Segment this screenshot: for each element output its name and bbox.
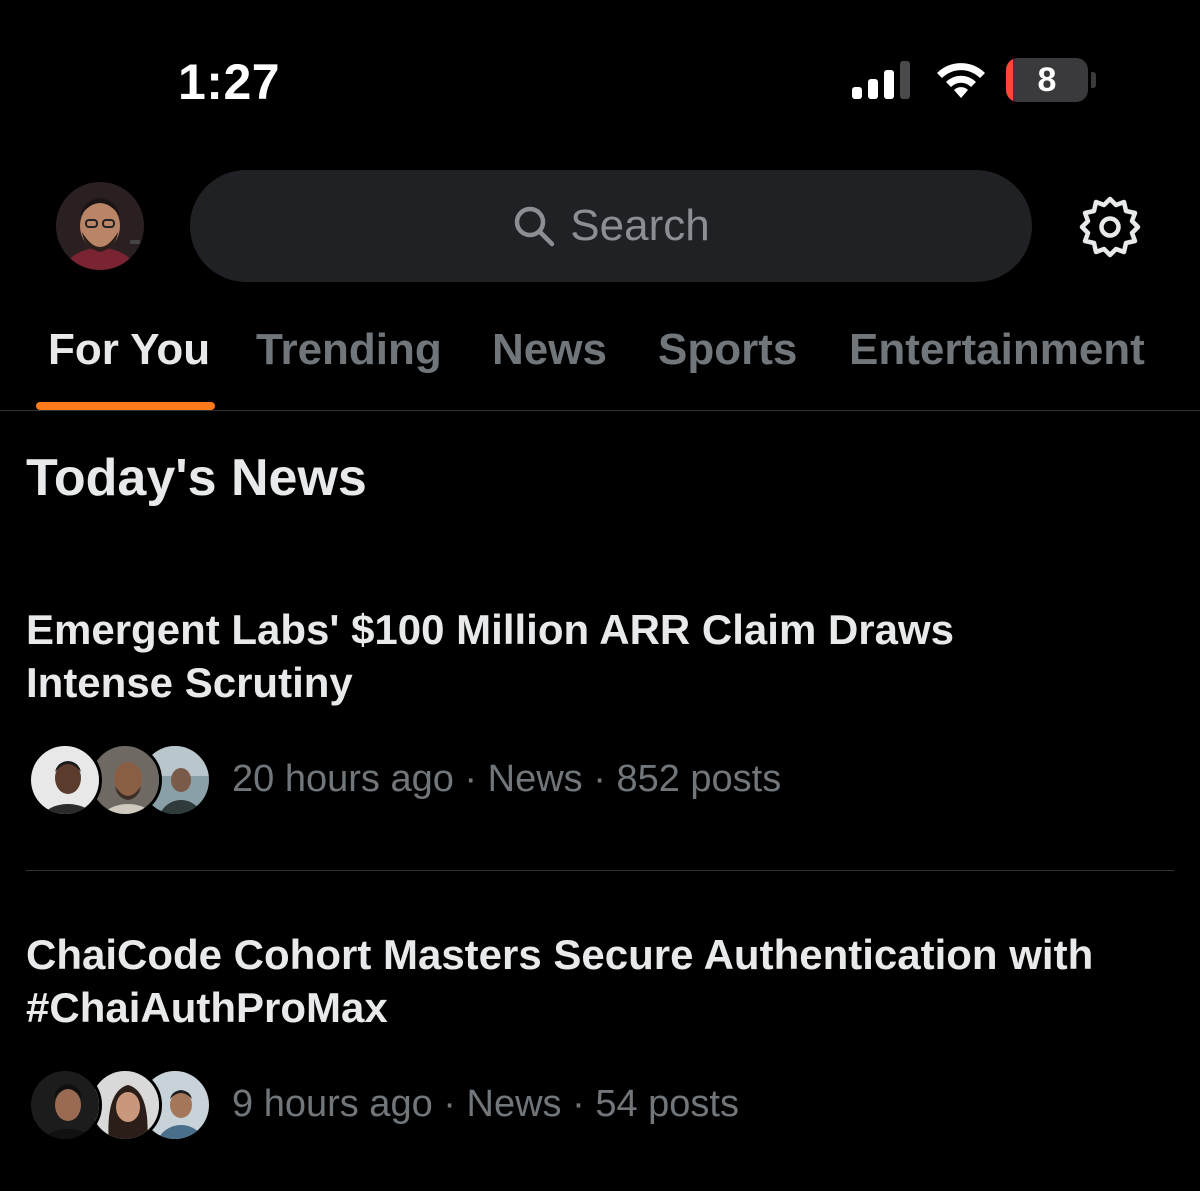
tab-sports[interactable]: Sports (658, 322, 797, 378)
search-input[interactable]: Search (190, 170, 1032, 282)
wifi-icon (937, 63, 985, 98)
news-meta: 20 hours ago · News · 852 posts (26, 741, 1174, 819)
battery-level: 8 (1037, 61, 1057, 99)
search-placeholder: Search (570, 201, 710, 250)
meta-separator: · (453, 758, 488, 800)
tab-bar: For You Trending News Sports Entertainme… (0, 318, 1200, 410)
news-post-count: 54 posts (595, 1083, 739, 1125)
battery-icon: 8 (1006, 58, 1088, 102)
tabs-divider (0, 410, 1200, 411)
news-meta: 9 hours ago · News · 54 posts (26, 1066, 1174, 1144)
status-time: 1:27 (178, 54, 281, 110)
news-category: News (487, 758, 583, 800)
avatar-photo (31, 1071, 99, 1139)
avatar (28, 1068, 102, 1142)
battery-tip (1091, 72, 1096, 88)
meta-separator: · (561, 1083, 596, 1125)
cellular-signal-icon (852, 61, 910, 99)
news-item[interactable]: ChaiCode Cohort Masters Secure Authentic… (26, 928, 1174, 1144)
tab-entertainment[interactable]: Entertainment (849, 322, 1145, 378)
news-meta-text: 20 hours ago · News · 852 posts (232, 753, 781, 805)
avatar-stack (28, 1066, 212, 1144)
avatar (28, 743, 102, 817)
news-divider (26, 870, 1174, 871)
meta-separator: · (432, 1083, 467, 1125)
tab-news[interactable]: News (492, 322, 607, 378)
tab-for-you[interactable]: For You (48, 322, 210, 378)
news-headline[interactable]: ChaiCode Cohort Masters Secure Authentic… (26, 928, 1174, 1034)
news-headline-line: Intense Scrutiny (26, 659, 353, 706)
news-item[interactable]: Emergent Labs' $100 Million ARR Claim Dr… (26, 603, 1174, 819)
avatar-stack (28, 741, 212, 819)
tab-trending[interactable]: Trending (256, 322, 442, 378)
news-time: 9 hours ago (232, 1083, 433, 1125)
news-headline-line: ChaiCode Cohort Masters Secure Authentic… (26, 931, 1094, 978)
news-category: News (466, 1083, 562, 1125)
news-time: 20 hours ago (232, 758, 454, 800)
battery-indicator: 8 (1006, 58, 1096, 102)
news-post-count: 852 posts (616, 758, 782, 800)
meta-separator: · (582, 758, 617, 800)
news-headline-line: Emergent Labs' $100 Million ARR Claim Dr… (26, 606, 955, 653)
news-headline-line: #ChaiAuthProMax (26, 984, 388, 1031)
gear-icon[interactable] (1078, 195, 1142, 259)
section-title: Today's News (26, 449, 367, 507)
active-tab-indicator (36, 402, 215, 410)
news-meta-text: 9 hours ago · News · 54 posts (232, 1078, 739, 1130)
avatar-photo (31, 746, 99, 814)
search-icon (515, 206, 555, 247)
profile-avatar[interactable] (56, 182, 144, 270)
news-headline[interactable]: Emergent Labs' $100 Million ARR Claim Dr… (26, 603, 1174, 709)
avatar-photo (56, 182, 144, 270)
